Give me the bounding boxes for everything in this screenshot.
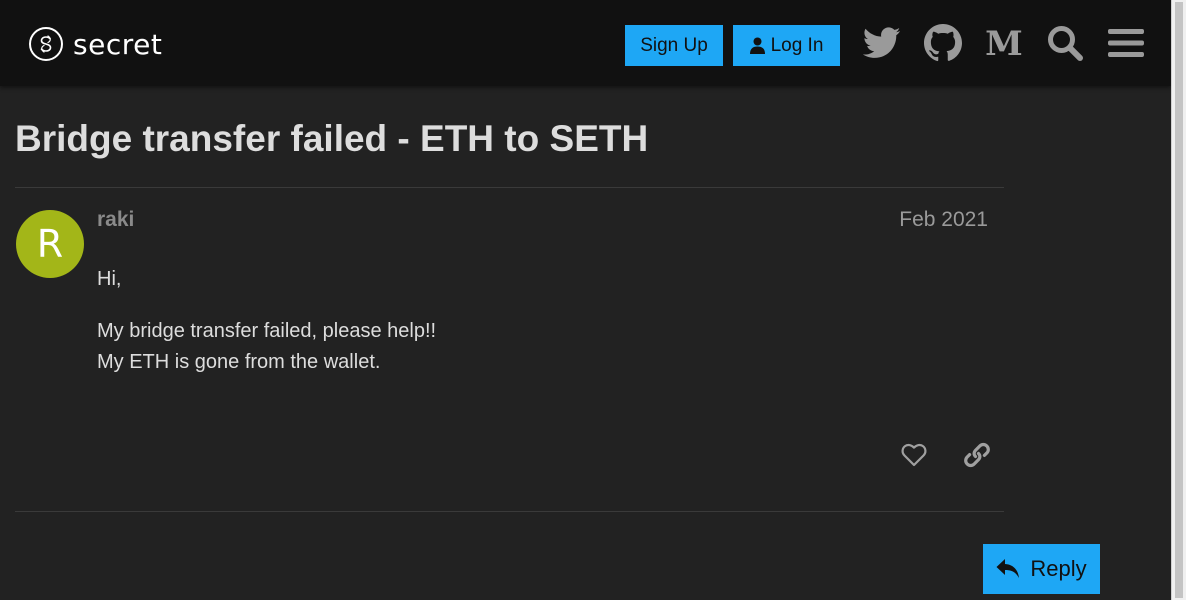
post-line: My bridge transfer failed, please help!! xyxy=(97,320,437,342)
link-icon xyxy=(963,441,991,474)
post-username[interactable]: raki xyxy=(97,208,134,232)
search-icon[interactable] xyxy=(1044,22,1086,64)
post-body: Hi, My bridge transfer failed, please he… xyxy=(97,264,977,378)
hamburger-menu-icon[interactable] xyxy=(1105,22,1147,64)
topic-title[interactable]: Bridge transfer failed - ETH to SETH xyxy=(15,118,648,160)
post-paragraph: Hi, xyxy=(97,268,122,290)
page: secret Sign Up Log In M Bridge transfer … xyxy=(0,0,1186,600)
svg-text:M: M xyxy=(985,27,1023,59)
sign-up-button[interactable]: Sign Up xyxy=(625,25,723,66)
github-icon[interactable] xyxy=(922,22,964,64)
site-header: secret Sign Up Log In M xyxy=(0,0,1171,86)
reply-label: Reply xyxy=(1030,556,1087,581)
log-in-button[interactable]: Log In xyxy=(733,25,840,66)
secret-logo-icon xyxy=(29,27,63,61)
reply-icon xyxy=(996,558,1020,580)
post-divider xyxy=(15,511,1004,512)
post-date[interactable]: Feb 2021 xyxy=(899,208,988,232)
log-in-label: Log In xyxy=(770,34,824,56)
heart-icon xyxy=(901,443,927,472)
title-divider xyxy=(15,187,1004,188)
like-button[interactable] xyxy=(894,437,934,477)
logo-text: secret xyxy=(73,27,163,61)
avatar[interactable]: R xyxy=(16,210,84,278)
medium-icon[interactable]: M xyxy=(983,22,1025,64)
post-line: My ETH is gone from the wallet. xyxy=(97,351,381,373)
post-paragraph: My bridge transfer failed, please help!!… xyxy=(97,316,977,378)
reply-button[interactable]: Reply xyxy=(983,544,1100,594)
user-icon xyxy=(749,37,765,54)
twitter-icon[interactable] xyxy=(861,22,903,64)
scrollbar[interactable] xyxy=(1171,0,1186,600)
share-link-button[interactable] xyxy=(957,437,997,477)
scrollbar-thumb[interactable] xyxy=(1175,2,1183,598)
site-logo[interactable]: secret xyxy=(29,24,162,64)
